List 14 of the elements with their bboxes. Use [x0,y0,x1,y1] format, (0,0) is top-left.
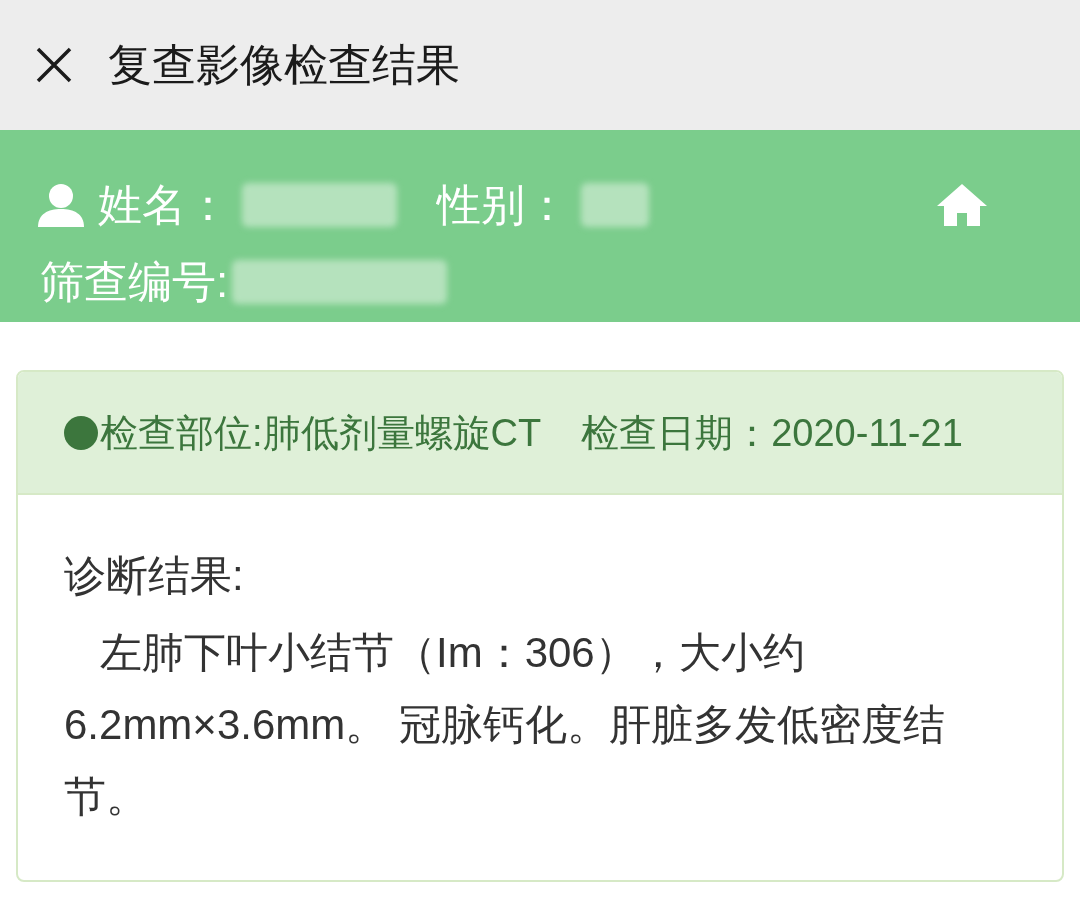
close-icon [36,47,72,83]
exam-site: 检查部位:肺低剂量螺旋CT [100,410,542,456]
screening-number-label: 筛查编号: [40,256,229,308]
blurred-value [581,183,649,227]
gender-label: 性别： [437,179,569,231]
close-button[interactable] [36,47,72,83]
home-icon [937,184,987,226]
diagnosis-label: 诊断结果: [64,551,244,601]
exam-date: 检查日期：2020-11-21 [581,410,963,456]
user-silhouette-icon [36,183,86,227]
diagnosis-text: 左肺下叶小结节（Im：306），大小约6.2mm×3.6mm。 冠脉钙化。肝脏多发低密度结节。 [64,628,946,822]
name-label: 姓名： [98,179,230,231]
page-title: 复查影像检查结果 [108,39,460,91]
bullet-icon [64,415,98,450]
